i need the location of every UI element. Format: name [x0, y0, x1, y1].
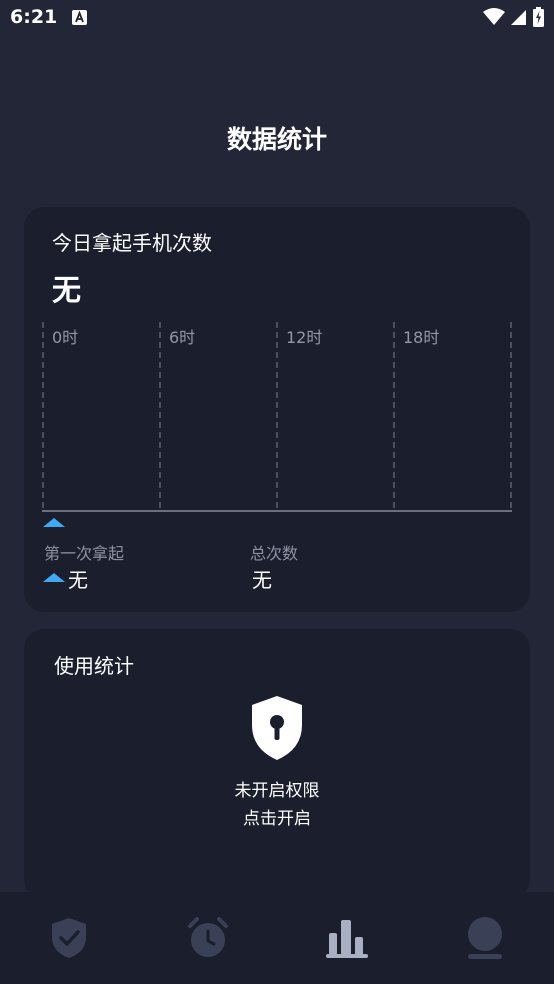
accessibility-notification-icon — [72, 10, 87, 25]
shield-check-icon — [52, 918, 86, 958]
profile-icon — [468, 917, 502, 959]
status-icons — [483, 7, 544, 27]
status-time: 6:21 — [10, 6, 58, 28]
hour-label-12: 12时 — [286, 328, 323, 347]
hour-label-0: 0时 — [52, 328, 79, 347]
total-count-label: 总次数 — [250, 544, 299, 563]
page-title: 数据统计 — [226, 125, 327, 154]
nav-item-alarm[interactable] — [178, 910, 238, 966]
hour-label-6: 6时 — [169, 328, 196, 347]
nav-item-profile[interactable] — [455, 910, 515, 966]
hourly-pickups-chart: 0时 6时 12时 18时 — [42, 322, 514, 514]
today-pickups-title: 今日拿起手机次数 — [52, 231, 212, 255]
first-pickup-value: 无 — [68, 568, 88, 592]
battery-icon — [533, 7, 544, 27]
nav-item-statistics[interactable] — [317, 910, 377, 966]
lock-shield-icon[interactable] — [250, 695, 304, 761]
bottom-navigation — [0, 892, 554, 984]
usage-stats-title: 使用统计 — [54, 654, 134, 678]
hour-label-18: 18时 — [403, 328, 440, 347]
total-count-value: 无 — [252, 568, 272, 592]
today-pickups-count: 无 — [52, 273, 82, 307]
first-pickup-marker-icon — [43, 518, 65, 527]
permission-status-text[interactable]: 未开启权限 — [24, 776, 530, 801]
bar-chart-icon — [326, 920, 368, 958]
usage-stats-card[interactable]: 使用统计 未开启权限 点击开启 — [24, 629, 530, 899]
first-pickup-label: 第一次拿起 — [44, 544, 125, 563]
today-pickups-card: 今日拿起手机次数 无 0时 6时 12时 18时 第一次拿起 无 总次数 无 — [24, 207, 530, 612]
wifi-icon — [483, 8, 505, 25]
enable-permission-link[interactable]: 点击开启 — [24, 804, 530, 829]
nav-item-protection[interactable] — [39, 910, 99, 966]
status-bar: 6:21 — [0, 0, 554, 36]
alarm-clock-icon — [188, 917, 228, 957]
signal-icon — [511, 10, 526, 25]
first-pickup-legend-icon — [43, 573, 65, 582]
chart-gridlines — [42, 322, 512, 512]
